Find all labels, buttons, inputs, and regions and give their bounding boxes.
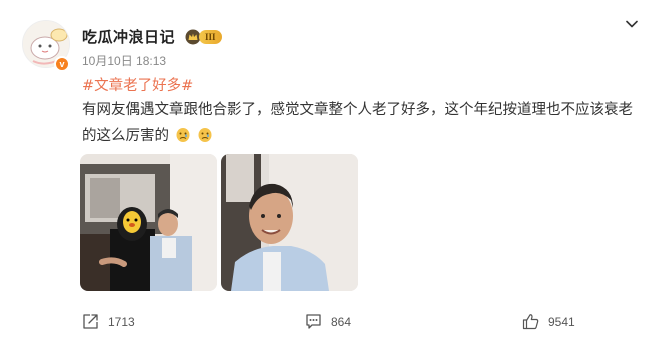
- post-image-1[interactable]: [80, 154, 217, 291]
- repost-button[interactable]: 1713: [82, 313, 135, 330]
- author-name[interactable]: 吃瓜冲浪日记: [82, 26, 175, 47]
- comment-button[interactable]: 864: [305, 313, 351, 330]
- share-icon: [83, 314, 98, 329]
- like-count: 9541: [548, 314, 575, 329]
- post-text-block: 有网友偶遇文章跟他合影了，感觉文章整个人老了好多，这个年纪按道理也不应该衰老的这…: [82, 97, 642, 149]
- verified-badge: v: [54, 56, 70, 72]
- like-button[interactable]: 9541: [522, 313, 575, 330]
- chevron-down-icon[interactable]: [624, 16, 640, 32]
- action-bar: 1713 864 9541: [0, 313, 660, 339]
- level-badge[interactable]: III: [185, 28, 222, 45]
- comment-icon: [306, 314, 321, 329]
- hashtag-link[interactable]: #文章老了好多#: [82, 74, 193, 95]
- post-header: 吃瓜冲浪日记 III: [82, 26, 222, 47]
- post-image-2[interactable]: [221, 154, 358, 291]
- comment-count: 864: [331, 314, 352, 329]
- level-label: III: [199, 29, 222, 44]
- post-timestamp[interactable]: 10月10日 18:13: [82, 52, 166, 69]
- post-text: 有网友偶遇文章跟他合影了，感觉文章整个人老了好多，这个年纪按道理也不应该衰老的这…: [82, 102, 633, 144]
- repost-count: 1713: [108, 314, 135, 329]
- thumb-up-icon: [522, 314, 539, 330]
- sad-face-emoji-icon: [176, 128, 190, 142]
- sad-face-emoji-icon: [198, 128, 212, 142]
